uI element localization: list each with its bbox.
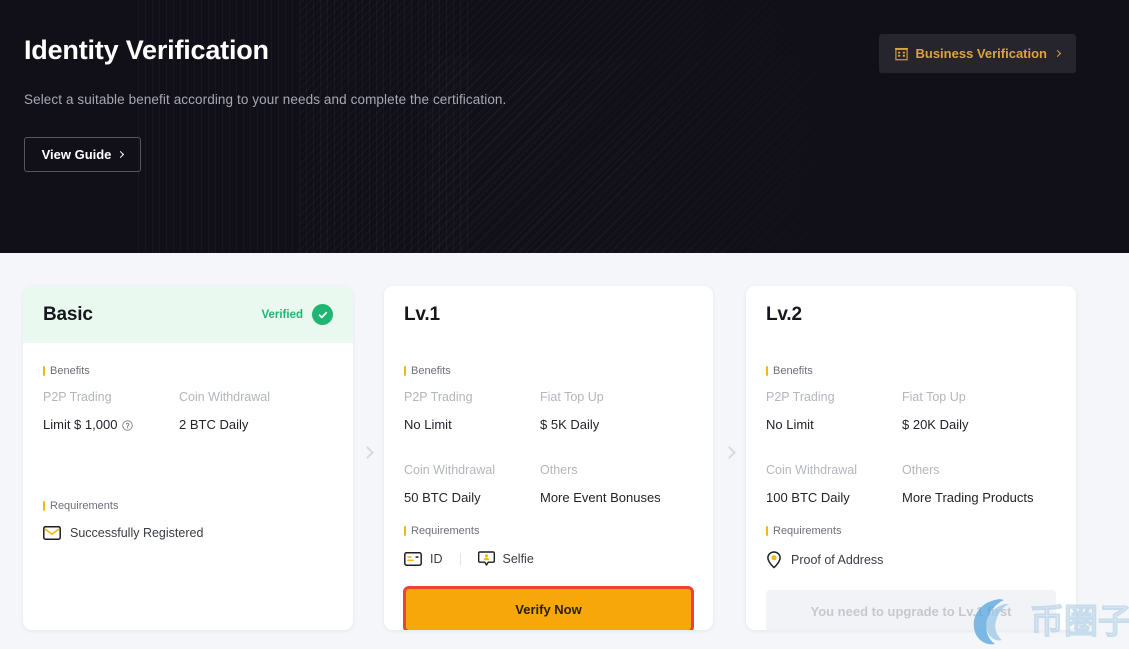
benefits-grid-basic: P2P Trading Coin Withdrawal Limit $ 1,00… xyxy=(43,390,333,432)
section-accent-bar xyxy=(404,366,406,376)
benefits-section-label-lv2: Benefits xyxy=(766,365,1056,377)
card-header-lv1: Lv.1 xyxy=(384,286,713,343)
verification-card-lv1[interactable]: Lv.1 Benefits P2P Trading Fiat Top Up No… xyxy=(384,286,713,630)
requirements-section-label-lv2: Requirements xyxy=(766,525,1056,537)
requirement-item-id: ID xyxy=(404,552,443,566)
benefit-value: More Trading Products xyxy=(902,490,1034,505)
requirements-label-text: Requirements xyxy=(773,525,842,537)
benefit-value: 2 BTC Daily xyxy=(179,417,249,432)
view-guide-label: View Guide xyxy=(41,147,112,162)
chevron-right-icon xyxy=(117,150,125,159)
page-title: Identity Verification xyxy=(24,35,269,65)
benefit-value: Limit $ 1,000 xyxy=(43,417,179,432)
carousel-next-button-2[interactable] xyxy=(722,443,742,463)
card-header-lv2: Lv.2 xyxy=(746,286,1076,343)
grid-spacer xyxy=(766,442,1056,453)
section-accent-bar xyxy=(766,366,768,376)
card-body-lv1: Benefits P2P Trading Fiat Top Up No Limi… xyxy=(384,365,713,567)
benefit-key: Others xyxy=(902,463,940,477)
benefit-key: Coin Withdrawal xyxy=(179,390,271,404)
benefits-grid-lv1: P2P Trading Fiat Top Up No Limit $ 5K Da… xyxy=(404,390,693,505)
requirement-label: Successfully Registered xyxy=(70,526,204,540)
chevron-right-icon xyxy=(1053,49,1062,58)
benefits-section-label-lv1: Benefits xyxy=(404,365,693,377)
benefits-label-text: Benefits xyxy=(50,365,90,377)
benefit-key: Coin Withdrawal xyxy=(404,463,496,477)
chevron-right-icon xyxy=(361,446,374,459)
card-header-basic: Basic Verified xyxy=(23,286,353,343)
benefit-value: $ 5K Daily xyxy=(540,417,600,432)
grid-spacer xyxy=(404,442,693,453)
hero-diagonal-pattern-secondary-decoration xyxy=(430,60,850,253)
benefit-key: Coin Withdrawal xyxy=(766,463,858,477)
requirement-item-proof-of-address: Proof of Address xyxy=(766,551,1056,569)
section-accent-bar xyxy=(766,526,768,536)
requirements-label-text: Requirements xyxy=(411,525,480,537)
status-badge-verified: Verified xyxy=(261,304,333,325)
selfie-icon xyxy=(477,551,495,566)
envelope-icon xyxy=(43,526,61,540)
check-circle-icon xyxy=(312,304,333,325)
benefit-key: P2P Trading xyxy=(43,390,112,404)
cta-container-lv1: Verify Now xyxy=(384,586,713,630)
hero-banner: Identity Verification Select a suitable … xyxy=(0,0,1129,253)
benefit-key: Fiat Top Up xyxy=(540,390,604,404)
benefits-label-text: Benefits xyxy=(773,365,813,377)
location-pin-icon xyxy=(767,551,781,569)
card-title-basic: Basic xyxy=(43,303,93,325)
cta-container-lv2: You need to upgrade to Lv.1 first xyxy=(746,590,1076,630)
requirement-item-selfie: Selfie xyxy=(477,551,534,567)
id-card-icon xyxy=(404,552,422,566)
benefit-key: P2P Trading xyxy=(404,390,473,404)
benefit-value: No Limit xyxy=(766,417,814,432)
section-accent-bar xyxy=(43,366,45,376)
card-body-lv2: Benefits P2P Trading Fiat Top Up No Limi… xyxy=(746,365,1076,569)
benefit-key: P2P Trading xyxy=(766,390,835,404)
section-accent-bar xyxy=(404,526,406,536)
verified-label: Verified xyxy=(261,308,303,321)
business-verification-button[interactable]: Business Verification xyxy=(878,34,1076,73)
card-title-lv2: Lv.2 xyxy=(766,303,802,325)
building-icon xyxy=(894,47,908,60)
verification-levels-section: Basic Verified Benefits P2P Trading Coin… xyxy=(0,253,1129,649)
requirement-label: Proof of Address xyxy=(791,553,884,567)
benefits-grid-lv2: P2P Trading Fiat Top Up No Limit $ 20K D… xyxy=(766,390,1056,505)
business-verification-label: Business Verification xyxy=(915,46,1048,61)
requirements-divider xyxy=(459,552,461,566)
requirements-section-label-lv1: Requirements xyxy=(404,525,693,537)
info-question-icon[interactable] xyxy=(122,420,134,431)
benefits-label-text: Benefits xyxy=(411,365,451,377)
benefit-value: More Event Bonuses xyxy=(540,490,661,505)
upgrade-required-button: You need to upgrade to Lv.1 first xyxy=(766,590,1056,630)
verification-card-basic[interactable]: Basic Verified Benefits P2P Trading Coin… xyxy=(23,286,353,630)
requirements-list-lv1: ID Selfie xyxy=(404,551,693,567)
requirement-label: Selfie xyxy=(502,552,534,566)
page-subtitle: Select a suitable benefit according to y… xyxy=(24,92,507,107)
requirements-section-label-basic: Requirements xyxy=(43,500,333,512)
card-title-lv1: Lv.1 xyxy=(404,303,440,325)
requirement-item: Successfully Registered xyxy=(43,526,333,540)
benefit-key: Fiat Top Up xyxy=(902,390,966,404)
requirements-label-text: Requirements xyxy=(50,500,119,512)
benefit-value: $ 20K Daily xyxy=(902,417,969,432)
section-accent-bar xyxy=(43,501,45,511)
card-body-basic: Benefits P2P Trading Coin Withdrawal Lim… xyxy=(23,365,353,540)
verify-now-button[interactable]: Verify Now xyxy=(403,586,694,630)
chevron-right-icon xyxy=(723,446,736,459)
benefits-section-label-basic: Benefits xyxy=(43,365,333,377)
requirement-label: ID xyxy=(430,552,443,566)
benefit-value: 100 BTC Daily xyxy=(766,490,850,505)
benefit-key: Others xyxy=(540,463,578,477)
benefit-value-text: Limit $ 1,000 xyxy=(43,417,118,432)
view-guide-button[interactable]: View Guide xyxy=(24,137,141,172)
verification-card-lv2[interactable]: Lv.2 Benefits P2P Trading Fiat Top Up No… xyxy=(746,286,1076,630)
benefit-value: No Limit xyxy=(404,417,452,432)
carousel-next-button-1[interactable] xyxy=(360,443,380,463)
benefit-value: 50 BTC Daily xyxy=(404,490,481,505)
hero-diagonal-pattern-decoration xyxy=(300,0,920,253)
